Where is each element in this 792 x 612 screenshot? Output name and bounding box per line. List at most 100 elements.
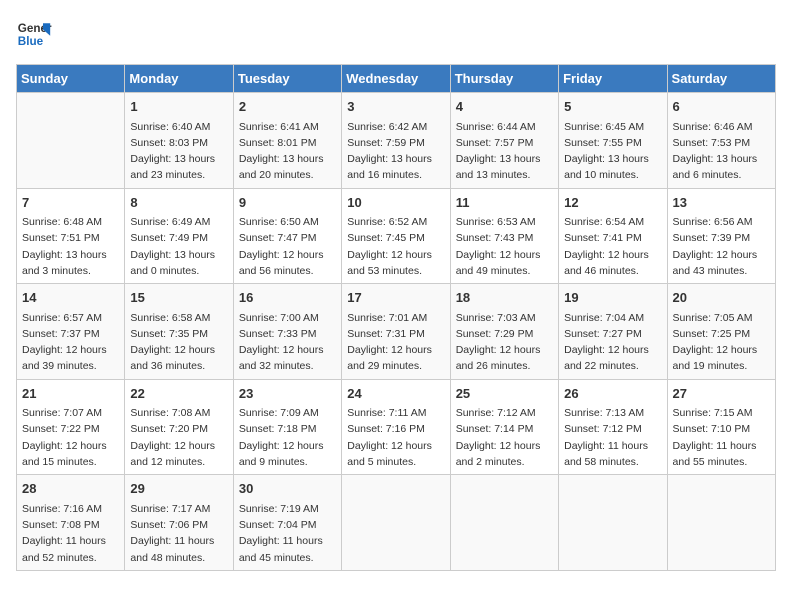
day-info: Sunrise: 6:57 AMSunset: 7:37 PMDaylight:…: [22, 310, 119, 375]
col-header-friday: Friday: [559, 65, 667, 93]
day-number: 24: [347, 384, 444, 404]
day-number: 22: [130, 384, 227, 404]
calendar-cell: 24Sunrise: 7:11 AMSunset: 7:16 PMDayligh…: [342, 379, 450, 475]
day-info: Sunrise: 6:54 AMSunset: 7:41 PMDaylight:…: [564, 214, 661, 279]
calendar-cell: 29Sunrise: 7:17 AMSunset: 7:06 PMDayligh…: [125, 475, 233, 571]
svg-text:Blue: Blue: [18, 35, 44, 48]
calendar-cell: 17Sunrise: 7:01 AMSunset: 7:31 PMDayligh…: [342, 284, 450, 380]
day-info: Sunrise: 7:12 AMSunset: 7:14 PMDaylight:…: [456, 405, 553, 470]
day-number: 16: [239, 288, 336, 308]
day-info: Sunrise: 7:00 AMSunset: 7:33 PMDaylight:…: [239, 310, 336, 375]
calendar-cell: 5Sunrise: 6:45 AMSunset: 7:55 PMDaylight…: [559, 93, 667, 189]
calendar-cell: 11Sunrise: 6:53 AMSunset: 7:43 PMDayligh…: [450, 188, 558, 284]
day-number: 15: [130, 288, 227, 308]
calendar-table: SundayMondayTuesdayWednesdayThursdayFrid…: [16, 64, 776, 571]
day-number: 29: [130, 479, 227, 499]
day-number: 7: [22, 193, 119, 213]
calendar-cell: 26Sunrise: 7:13 AMSunset: 7:12 PMDayligh…: [559, 379, 667, 475]
calendar-cell: [667, 475, 775, 571]
day-info: Sunrise: 7:04 AMSunset: 7:27 PMDaylight:…: [564, 310, 661, 375]
calendar-week-row: 28Sunrise: 7:16 AMSunset: 7:08 PMDayligh…: [17, 475, 776, 571]
calendar-week-row: 21Sunrise: 7:07 AMSunset: 7:22 PMDayligh…: [17, 379, 776, 475]
day-info: Sunrise: 6:49 AMSunset: 7:49 PMDaylight:…: [130, 214, 227, 279]
day-info: Sunrise: 7:07 AMSunset: 7:22 PMDaylight:…: [22, 405, 119, 470]
day-info: Sunrise: 6:44 AMSunset: 7:57 PMDaylight:…: [456, 119, 553, 184]
day-number: 20: [673, 288, 770, 308]
day-info: Sunrise: 6:58 AMSunset: 7:35 PMDaylight:…: [130, 310, 227, 375]
day-info: Sunrise: 7:16 AMSunset: 7:08 PMDaylight:…: [22, 501, 119, 566]
day-number: 17: [347, 288, 444, 308]
day-info: Sunrise: 6:40 AMSunset: 8:03 PMDaylight:…: [130, 119, 227, 184]
logo-icon: General Blue: [16, 16, 52, 52]
day-info: Sunrise: 7:11 AMSunset: 7:16 PMDaylight:…: [347, 405, 444, 470]
day-info: Sunrise: 7:05 AMSunset: 7:25 PMDaylight:…: [673, 310, 770, 375]
day-info: Sunrise: 7:01 AMSunset: 7:31 PMDaylight:…: [347, 310, 444, 375]
calendar-week-row: 7Sunrise: 6:48 AMSunset: 7:51 PMDaylight…: [17, 188, 776, 284]
page-header: General Blue: [16, 16, 776, 52]
calendar-cell: 28Sunrise: 7:16 AMSunset: 7:08 PMDayligh…: [17, 475, 125, 571]
calendar-cell: 12Sunrise: 6:54 AMSunset: 7:41 PMDayligh…: [559, 188, 667, 284]
day-number: 12: [564, 193, 661, 213]
calendar-cell: 8Sunrise: 6:49 AMSunset: 7:49 PMDaylight…: [125, 188, 233, 284]
day-number: 26: [564, 384, 661, 404]
day-info: Sunrise: 6:50 AMSunset: 7:47 PMDaylight:…: [239, 214, 336, 279]
calendar-cell: 15Sunrise: 6:58 AMSunset: 7:35 PMDayligh…: [125, 284, 233, 380]
day-number: 1: [130, 97, 227, 117]
day-info: Sunrise: 6:48 AMSunset: 7:51 PMDaylight:…: [22, 214, 119, 279]
day-number: 4: [456, 97, 553, 117]
day-number: 14: [22, 288, 119, 308]
calendar-cell: 21Sunrise: 7:07 AMSunset: 7:22 PMDayligh…: [17, 379, 125, 475]
day-info: Sunrise: 6:53 AMSunset: 7:43 PMDaylight:…: [456, 214, 553, 279]
day-number: 30: [239, 479, 336, 499]
col-header-sunday: Sunday: [17, 65, 125, 93]
day-number: 13: [673, 193, 770, 213]
calendar-header-row: SundayMondayTuesdayWednesdayThursdayFrid…: [17, 65, 776, 93]
calendar-week-row: 1Sunrise: 6:40 AMSunset: 8:03 PMDaylight…: [17, 93, 776, 189]
day-info: Sunrise: 7:09 AMSunset: 7:18 PMDaylight:…: [239, 405, 336, 470]
calendar-cell: [17, 93, 125, 189]
calendar-cell: 30Sunrise: 7:19 AMSunset: 7:04 PMDayligh…: [233, 475, 341, 571]
day-info: Sunrise: 6:41 AMSunset: 8:01 PMDaylight:…: [239, 119, 336, 184]
calendar-cell: [342, 475, 450, 571]
calendar-cell: 23Sunrise: 7:09 AMSunset: 7:18 PMDayligh…: [233, 379, 341, 475]
calendar-cell: 14Sunrise: 6:57 AMSunset: 7:37 PMDayligh…: [17, 284, 125, 380]
day-number: 9: [239, 193, 336, 213]
day-info: Sunrise: 7:13 AMSunset: 7:12 PMDaylight:…: [564, 405, 661, 470]
logo: General Blue: [16, 16, 52, 52]
day-info: Sunrise: 7:19 AMSunset: 7:04 PMDaylight:…: [239, 501, 336, 566]
calendar-cell: 3Sunrise: 6:42 AMSunset: 7:59 PMDaylight…: [342, 93, 450, 189]
calendar-cell: 16Sunrise: 7:00 AMSunset: 7:33 PMDayligh…: [233, 284, 341, 380]
day-info: Sunrise: 6:56 AMSunset: 7:39 PMDaylight:…: [673, 214, 770, 279]
day-info: Sunrise: 6:42 AMSunset: 7:59 PMDaylight:…: [347, 119, 444, 184]
day-info: Sunrise: 7:03 AMSunset: 7:29 PMDaylight:…: [456, 310, 553, 375]
calendar-cell: 2Sunrise: 6:41 AMSunset: 8:01 PMDaylight…: [233, 93, 341, 189]
calendar-cell: 6Sunrise: 6:46 AMSunset: 7:53 PMDaylight…: [667, 93, 775, 189]
calendar-week-row: 14Sunrise: 6:57 AMSunset: 7:37 PMDayligh…: [17, 284, 776, 380]
day-number: 11: [456, 193, 553, 213]
day-number: 3: [347, 97, 444, 117]
col-header-saturday: Saturday: [667, 65, 775, 93]
day-number: 2: [239, 97, 336, 117]
calendar-cell: [450, 475, 558, 571]
day-number: 18: [456, 288, 553, 308]
day-number: 21: [22, 384, 119, 404]
calendar-cell: 13Sunrise: 6:56 AMSunset: 7:39 PMDayligh…: [667, 188, 775, 284]
calendar-cell: 27Sunrise: 7:15 AMSunset: 7:10 PMDayligh…: [667, 379, 775, 475]
calendar-cell: 20Sunrise: 7:05 AMSunset: 7:25 PMDayligh…: [667, 284, 775, 380]
calendar-cell: 10Sunrise: 6:52 AMSunset: 7:45 PMDayligh…: [342, 188, 450, 284]
day-info: Sunrise: 7:15 AMSunset: 7:10 PMDaylight:…: [673, 405, 770, 470]
day-number: 8: [130, 193, 227, 213]
day-number: 10: [347, 193, 444, 213]
day-info: Sunrise: 6:46 AMSunset: 7:53 PMDaylight:…: [673, 119, 770, 184]
calendar-cell: 22Sunrise: 7:08 AMSunset: 7:20 PMDayligh…: [125, 379, 233, 475]
calendar-cell: 9Sunrise: 6:50 AMSunset: 7:47 PMDaylight…: [233, 188, 341, 284]
col-header-tuesday: Tuesday: [233, 65, 341, 93]
day-number: 25: [456, 384, 553, 404]
day-info: Sunrise: 6:52 AMSunset: 7:45 PMDaylight:…: [347, 214, 444, 279]
col-header-monday: Monday: [125, 65, 233, 93]
day-number: 27: [673, 384, 770, 404]
calendar-cell: 1Sunrise: 6:40 AMSunset: 8:03 PMDaylight…: [125, 93, 233, 189]
day-info: Sunrise: 6:45 AMSunset: 7:55 PMDaylight:…: [564, 119, 661, 184]
calendar-cell: 7Sunrise: 6:48 AMSunset: 7:51 PMDaylight…: [17, 188, 125, 284]
day-info: Sunrise: 7:17 AMSunset: 7:06 PMDaylight:…: [130, 501, 227, 566]
